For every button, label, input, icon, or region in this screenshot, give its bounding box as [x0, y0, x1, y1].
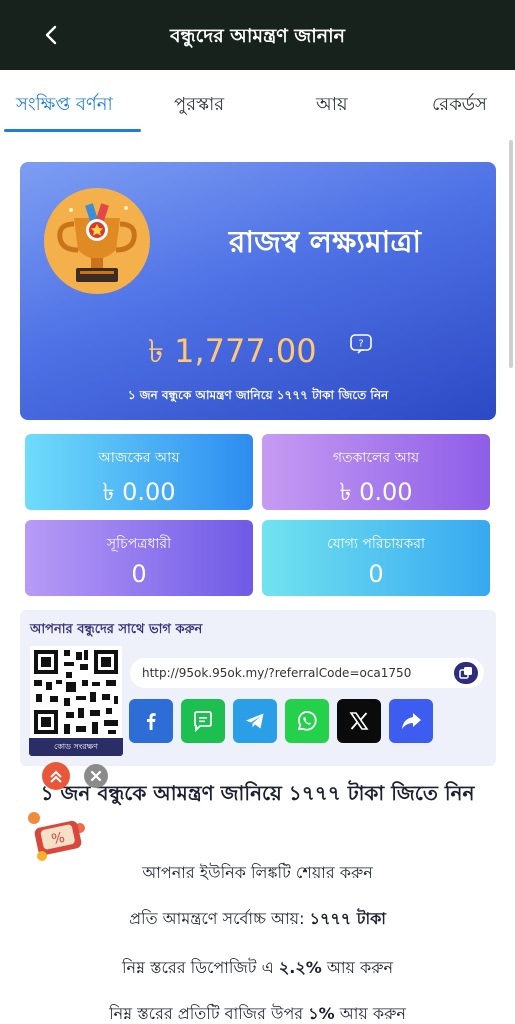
share-panel: আপনার বন্ধুদের সাথে ভাগ করুন কোড সংরক্ষণ… [20, 610, 496, 766]
tab-summary[interactable]: সংক্ষিপ্ত বর্ণনা [16, 90, 113, 121]
promo-floating-icon[interactable]: % [22, 798, 92, 868]
share-whatsapp-button[interactable] [285, 699, 329, 743]
stat-yesterday-income: গতকালের আয় ৳ 0.00 [262, 434, 490, 510]
tab-rewards[interactable]: পুরস্কার [174, 90, 224, 121]
tab-records[interactable]: রেকর্ডস [432, 90, 487, 121]
share-x-button[interactable] [337, 699, 381, 743]
telegram-icon [246, 713, 264, 729]
stat-today-income: আজকের আয় ৳ 0.00 [25, 434, 253, 510]
stat-label: সূচিপত্রধারী [106, 536, 172, 552]
stat-label: গতকালের আয় [332, 450, 420, 466]
header-bar: বন্ধুদের আমন্ত্রণ জানান [0, 0, 515, 70]
stat-referrals: সূচিপত্রধারী 0 [25, 520, 253, 596]
info-highlight: ১৭৭৭ টাকা [309, 909, 386, 928]
info-line-max-income: প্রতি আমন্ত্রণে সর্বোচ্চ আয়: ১৭৭৭ টাকা [0, 906, 515, 933]
revenue-target-card: রাজস্ব লক্ষ্যমাত্রা ৳ 1,777.00 ? ১ জন বন… [20, 162, 496, 420]
scrollbar[interactable] [509, 140, 513, 368]
stat-label: যোগ্য পরিচায়করা [326, 536, 426, 552]
message-icon [194, 711, 212, 733]
whatsapp-icon [297, 711, 317, 731]
close-icon [90, 770, 102, 782]
stat-value: ৳ 0.00 [339, 478, 413, 506]
info-text: প্রতি আমন্ত্রণে সর্বোচ্চ আয়: [129, 909, 310, 928]
active-tab-indicator [4, 129, 141, 132]
info-highlight: ২.২% [278, 958, 322, 977]
info-highlight: ১% [308, 1004, 335, 1023]
tab-income[interactable]: আয় [316, 90, 348, 121]
scroll-top-button[interactable] [42, 762, 70, 790]
info-line-bet: নিম্ন স্তরের প্রতিটি বাজির উপর ১% আয় কর… [0, 1001, 515, 1024]
copy-icon [459, 667, 472, 679]
referral-link-text: http://95ok.95ok.my/?referralCode=oca175… [142, 666, 412, 680]
stat-value: 0 [131, 560, 147, 588]
info-text: আয় করুন [321, 958, 394, 977]
stat-value: ৳ 0.00 [102, 478, 176, 506]
question-icon: ? [350, 334, 372, 354]
help-button[interactable]: ? [350, 334, 372, 354]
facebook-icon [147, 713, 156, 730]
info-text: নিম্ন স্তরের ডিপোজিট এ [121, 958, 279, 977]
qr-code-icon [34, 650, 118, 734]
save-qr-button[interactable]: কোড সংরক্ষণ [29, 738, 123, 756]
discount-gift-icon: % [28, 812, 85, 861]
target-amount: ৳ 1,777.00 [148, 332, 317, 370]
double-chevron-up-icon [50, 770, 62, 783]
referral-link-field[interactable]: http://95ok.95ok.my/?referralCode=oca175… [130, 658, 484, 688]
svg-text:?: ? [358, 339, 363, 350]
share-facebook-button[interactable] [129, 699, 173, 743]
info-line-deposit: নিম্ন স্তরের ডিপোজিট এ ২.২% আয় করুন [0, 955, 515, 982]
share-message-button[interactable] [181, 699, 225, 743]
tab-bar: সংক্ষিপ্ত বর্ণনা পুরস্কার আয় রেকর্ডস [0, 70, 515, 136]
share-title: আপনার বন্ধুদের সাথে ভাগ করুন [30, 622, 203, 637]
share-icon [402, 713, 421, 729]
stat-label: আজকের আয় [98, 450, 180, 466]
stat-qualified-referrers: যোগ্য পরিচায়করা 0 [262, 520, 490, 596]
info-text: আয় করুন [334, 1004, 406, 1023]
x-icon [349, 712, 369, 730]
qr-code [30, 646, 122, 738]
trophy-badge [44, 188, 150, 294]
hero-title: রাজস্ব লক্ষ্যমাত্রা [228, 225, 422, 260]
copy-link-button[interactable] [454, 662, 478, 684]
page-title: বন্ধুদের আমন্ত্রণ জানান [169, 25, 345, 47]
share-telegram-button[interactable] [233, 699, 277, 743]
info-text: নিম্ন স্তরের প্রতিটি বাজির উপর [109, 1004, 309, 1023]
stat-value: 0 [368, 560, 384, 588]
close-promo-button[interactable] [84, 764, 108, 788]
trophy-icon [57, 203, 137, 282]
hero-description: ১ জন বন্ধুকে আমন্ত্রণ জানিয়ে ১৭৭৭ টাকা … [127, 388, 389, 402]
share-more-button[interactable] [389, 699, 433, 743]
